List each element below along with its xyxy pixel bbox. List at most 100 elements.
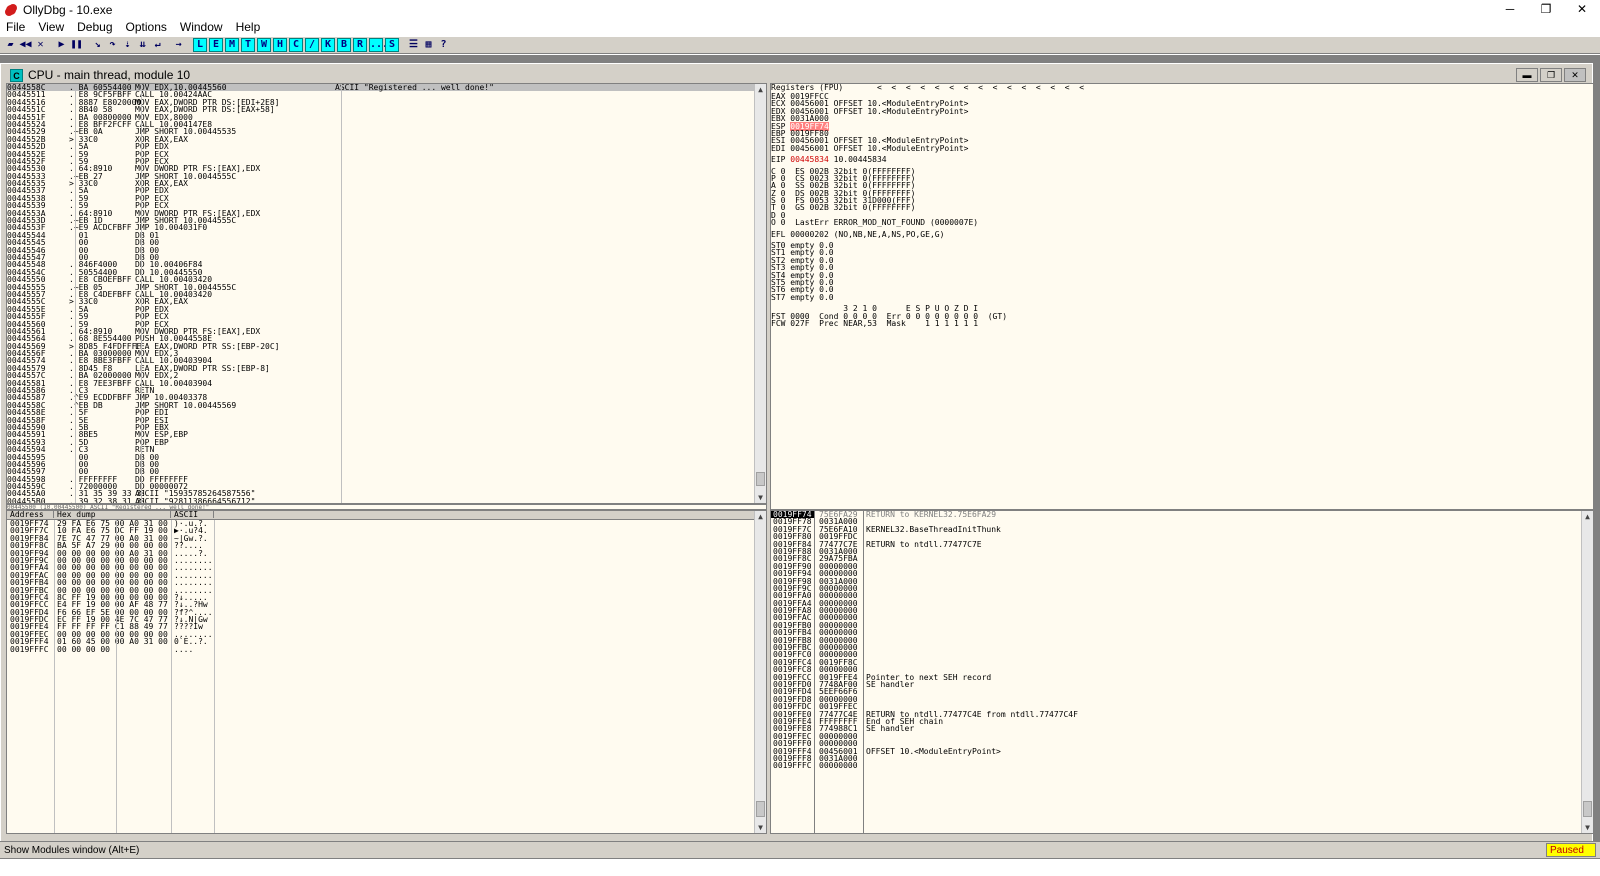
- toolbar-window-button[interactable]: R: [353, 38, 367, 52]
- flag-row[interactable]: T 0 GS 002B 32bit 0(FFFFFFFF): [771, 204, 1593, 212]
- eip-row[interactable]: EIP 00445834 10.00445834: [771, 155, 1593, 164]
- menu-options[interactable]: Options: [120, 20, 174, 34]
- menu-debug[interactable]: Debug: [71, 20, 119, 34]
- stack-row[interactable]: 0019FF88 0031A000: [771, 547, 1593, 555]
- toolbar-window-button[interactable]: T: [241, 38, 255, 52]
- stack-pane[interactable]: 0019FF74 75E6FA29 RETURN to KERNEL32.75E6F…: [770, 510, 1594, 834]
- dump-header-ascii[interactable]: ASCII: [171, 511, 214, 519]
- disasm-row[interactable]: 00445595 00 DB 00: [7, 453, 766, 461]
- stack-row[interactable]: 0019FFC0 00000000: [771, 651, 1593, 659]
- stack-row[interactable]: 0019FFB0 00000000: [771, 621, 1593, 629]
- stack-row[interactable]: 0019FFE8 774988C1 SE handler: [771, 725, 1593, 733]
- grid-icon[interactable]: ▦: [422, 38, 435, 52]
- disasm-row[interactable]: 00445557. E8 C4DEFBFF CALL 10.00403420: [7, 290, 766, 298]
- step-into-icon[interactable]: ↘: [91, 38, 104, 52]
- scrollbar-thumb[interactable]: [756, 472, 765, 486]
- register-value[interactable]: 00445834: [790, 155, 829, 164]
- disasm-row[interactable]: 00445581. E8 7EE3FBFF CALL 10.00403904: [7, 379, 766, 387]
- stack-row[interactable]: 0019FF94 00000000: [771, 569, 1593, 577]
- register-row[interactable]: ESP 0019FF74: [771, 121, 1593, 131]
- hex-dump-pane[interactable]: Address Hex dump ASCII 0019FF74 29 FA E6 75…: [6, 510, 767, 834]
- scrollbar-thumb[interactable]: [1583, 801, 1592, 817]
- close-button[interactable]: ✕: [1564, 0, 1600, 20]
- cpu-minimize-button[interactable]: ▬: [1516, 68, 1538, 82]
- stack-row[interactable]: 0019FF84 77477C7E RETURN to ntdll.77477C7E: [771, 540, 1593, 548]
- scroll-down-arrow-icon[interactable]: ▼: [755, 822, 766, 833]
- scroll-down-arrow-icon[interactable]: ▼: [1582, 822, 1593, 833]
- column-divider[interactable]: [341, 84, 342, 503]
- disasm-row[interactable]: 00445533 .~EB 27 JMP SHORT 10.0044555C: [7, 172, 766, 180]
- fpu-register-row[interactable]: ST2 empty 0.0: [771, 256, 1593, 264]
- dump-scrollbar[interactable]: ▲ ▼: [754, 511, 766, 833]
- disasm-row[interactable]: 0044555E. 5A POP EDX: [7, 305, 766, 313]
- toolbar-window-button[interactable]: S: [385, 38, 399, 52]
- registers-pane[interactable]: Registers (FPU) < < < < < < < < < < < < …: [770, 83, 1594, 510]
- stack-row[interactable]: 0019FFA8 00000000: [771, 606, 1593, 614]
- disassembly-pane[interactable]: 0044558C. BA 60554400 MOV EDX,10.00445560…: [6, 83, 767, 504]
- stack-row[interactable]: 0019FF90 00000000: [771, 562, 1593, 570]
- disasm-row[interactable]: 00445590. 5B POP EBX: [7, 423, 766, 431]
- disasm-row[interactable]: 00445548. 846F4000 DD 10.00406F84: [7, 261, 766, 269]
- help-icon[interactable]: ?: [437, 38, 450, 52]
- scroll-down-arrow-icon[interactable]: ▼: [755, 492, 766, 503]
- scroll-up-arrow-icon[interactable]: ▲: [755, 511, 766, 522]
- toolbar-window-button[interactable]: /: [305, 38, 319, 52]
- stack-row[interactable]: 0019FF74 75E6FA29 RETURN to KERNEL32.75E6F…: [771, 511, 1593, 519]
- column-divider[interactable]: [75, 84, 76, 503]
- disasm-row[interactable]: 00445516. 8887 E8020000MOV EAX,DWORD PTR…: [7, 98, 766, 106]
- open-icon[interactable]: ▰: [4, 38, 17, 52]
- stack-row[interactable]: 0019FF7C 75E6FA10 KERNEL32.BaseThreadInitT…: [771, 525, 1593, 533]
- cpu-close-button[interactable]: ✕: [1564, 68, 1586, 82]
- disasm-row[interactable]: 00445538. 59 POP ECX: [7, 194, 766, 202]
- disasm-row[interactable]: 00445587 .^E9 ECDDFBFF JMP 10.00403378: [7, 394, 766, 402]
- disasm-row[interactable]: 00445524. E8 BFF2FCFF CALL 10.004147E8: [7, 120, 766, 128]
- disasm-row[interactable]: 00445591. 8BE5 MOV ESP,EBP: [7, 431, 766, 439]
- disasm-row[interactable]: 00445596 00 DB 00: [7, 460, 766, 468]
- scrollbar-thumb[interactable]: [756, 801, 765, 817]
- stack-row[interactable]: 0019FF8C 29A75FBA: [771, 555, 1593, 563]
- register-row[interactable]: EDI 00456001 OFFSET 10.<ModuleEntryPoint…: [771, 144, 1593, 153]
- disasm-row[interactable]: 0044552F. 59 POP ECX: [7, 157, 766, 165]
- registers-arrows[interactable]: < < < < < < < < < < < < < < <: [877, 84, 1084, 92]
- stack-row[interactable]: 0019FFD4 5EEF66F6: [771, 688, 1593, 696]
- restore-button[interactable]: ❐: [1528, 0, 1564, 20]
- disasm-row[interactable]: 00445598. FFFFFFFF DD FFFFFFFF: [7, 475, 766, 483]
- disasm-row[interactable]: 0044555F. 59 POP ECX: [7, 312, 766, 320]
- disasm-row[interactable]: 0044558E. 5F POP EDI: [7, 408, 766, 416]
- goto-icon[interactable]: →: [172, 38, 185, 52]
- dump-header-hex[interactable]: Hex dump: [54, 511, 171, 519]
- dump-row[interactable]: 0019FFFC 00 00 00 00....: [7, 645, 766, 653]
- toolbar-window-button[interactable]: E: [209, 38, 223, 52]
- stack-row[interactable]: 0019FFBC 00000000: [771, 643, 1593, 651]
- menu-file[interactable]: File: [0, 20, 32, 34]
- cpu-restore-button[interactable]: ❐: [1540, 68, 1562, 82]
- run-icon[interactable]: ▶: [55, 38, 68, 52]
- pause-icon[interactable]: ❚❚: [70, 38, 83, 52]
- restart-icon[interactable]: ◀◀: [19, 38, 32, 52]
- disasm-row[interactable]: 00445560. 59 POP ECX: [7, 320, 766, 328]
- fpu-register-row[interactable]: ST7 empty 0.0: [771, 293, 1593, 301]
- stack-row[interactable]: 0019FFD0 7748AF00 SE handler: [771, 680, 1593, 688]
- stack-row[interactable]: 0019FF9C 00000000: [771, 584, 1593, 592]
- minimize-button[interactable]: ─: [1492, 0, 1528, 20]
- disasm-row[interactable]: 00445547 00 DB 00: [7, 253, 766, 261]
- register-row[interactable]: EDX 00456001 OFFSET 10.<ModuleEntryPoint…: [771, 107, 1593, 115]
- disasm-row[interactable]: 00445537. 5A POP EDX: [7, 187, 766, 195]
- stack-row[interactable]: 0019FFC4 0019FF8C: [771, 658, 1593, 666]
- menu-help[interactable]: Help: [230, 20, 268, 34]
- fpu-register-row[interactable]: ST1 empty 0.0: [771, 249, 1593, 257]
- flag-row[interactable]: O 0 LastErr ERROR_MOD_NOT_FOUND (0000007…: [771, 219, 1593, 227]
- toolbar-window-button[interactable]: K: [321, 38, 335, 52]
- step-over-icon[interactable]: ↷: [106, 38, 119, 52]
- fpu-register-row[interactable]: ST4 empty 0.0: [771, 271, 1593, 279]
- close-debug-icon[interactable]: ✕: [34, 38, 47, 52]
- register-value[interactable]: 00456001: [790, 144, 829, 153]
- toolbar-window-button[interactable]: M: [225, 38, 239, 52]
- fpu-status-row[interactable]: FCW 027F Prec NEAR,53 Mask 1 1 1 1 1 1: [771, 319, 1593, 327]
- toolbar-window-button[interactable]: ...: [369, 38, 388, 52]
- stack-scrollbar[interactable]: ▲ ▼: [1581, 511, 1593, 833]
- stack-row[interactable]: 0019FFF8 0031A000: [771, 754, 1593, 762]
- disasm-row[interactable]: 0044552E. 59 POP ECX: [7, 150, 766, 158]
- toolbar-window-button[interactable]: W: [257, 38, 271, 52]
- disasm-row[interactable]: 0044552B > 33C0 XOR EAX,EAX: [7, 135, 766, 143]
